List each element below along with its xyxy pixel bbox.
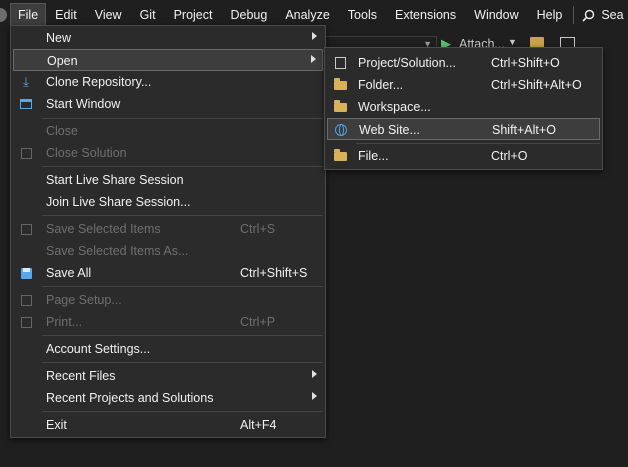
download-icon: ⤓ <box>23 74 29 89</box>
menu-item-label: Account Settings... <box>46 342 151 356</box>
menu-item-label: Start Live Share Session <box>46 173 184 187</box>
submenu-arrow-icon <box>312 32 317 40</box>
menu-item-label: Print... <box>46 315 83 329</box>
file-menu-item-recent-projects[interactable]: Recent Projects and Solutions <box>13 387 323 409</box>
vs-logo-icon <box>0 0 10 30</box>
search-box[interactable]: Sea <box>582 8 624 22</box>
project-solution-icon <box>332 56 348 70</box>
menu-item-shortcut: Ctrl+Shift+O <box>491 56 560 70</box>
menu-window[interactable]: Window <box>465 0 527 30</box>
menu-item-label: Start Window <box>46 97 121 111</box>
menu-help[interactable]: Help <box>528 0 572 30</box>
menu-file[interactable]: File <box>10 3 47 27</box>
open-menu-item-folder[interactable]: Folder... Ctrl+Shift+Alt+O <box>327 74 600 96</box>
menu-separator <box>42 215 323 216</box>
menu-item-label: Clone Repository... <box>46 75 152 89</box>
submenu-arrow-icon <box>312 370 317 378</box>
menu-item-label: Open <box>47 54 78 68</box>
file-menu-item-new[interactable]: New <box>13 27 323 49</box>
menu-item-shortcut: Ctrl+Shift+Alt+O <box>491 78 582 92</box>
menu-item-label: Workspace... <box>358 100 431 114</box>
search-label: Sea <box>601 8 624 22</box>
open-menu-item-web-site[interactable]: Web Site... Shift+Alt+O <box>327 118 600 140</box>
file-menu-item-start-live-share[interactable]: Start Live Share Session <box>13 169 323 191</box>
print-icon <box>18 315 34 329</box>
menu-item-label: File... <box>358 149 389 163</box>
menu-item-label: New <box>46 31 72 45</box>
file-menu-item-open[interactable]: Open <box>13 49 323 71</box>
menu-separator <box>356 143 600 144</box>
file-menu-item-exit[interactable]: Exit Alt+F4 <box>13 414 323 436</box>
file-menu-item-account-settings[interactable]: Account Settings... <box>13 338 323 360</box>
save-all-icon <box>18 266 34 280</box>
menu-separator <box>42 286 323 287</box>
search-icon <box>582 9 595 22</box>
menu-item-shortcut: Alt+F4 <box>240 418 277 432</box>
file-menu-item-start-window[interactable]: Start Window <box>13 93 323 115</box>
file-menu-item-save-all[interactable]: Save All Ctrl+Shift+S <box>13 262 323 284</box>
file-menu: New Open ⤓ Clone Repository... Start Win… <box>10 25 326 438</box>
menubar-divider <box>573 6 575 24</box>
open-menu-item-workspace[interactable]: Workspace... <box>327 96 600 118</box>
file-menu-item-join-live-share[interactable]: Join Live Share Session... <box>13 191 323 213</box>
file-menu-item-page-setup: Page Setup... <box>13 289 323 311</box>
file-menu-item-save-selected-as: Save Selected Items As... <box>13 240 323 262</box>
globe-icon <box>333 123 349 137</box>
menu-item-label: Project/Solution... <box>358 56 456 70</box>
menu-item-shortcut: Ctrl+P <box>240 315 276 329</box>
menu-item-label: Recent Projects and Solutions <box>46 391 214 405</box>
menu-item-label: Close <box>46 124 78 138</box>
attach-dropdown-icon[interactable]: ▼ <box>508 37 517 47</box>
menu-item-label: Web Site... <box>359 123 420 137</box>
workspace-icon <box>332 99 348 114</box>
menu-item-shortcut: Ctrl+Shift+S <box>240 266 308 280</box>
file-menu-item-clone-repository[interactable]: ⤓ Clone Repository... <box>13 71 323 93</box>
menu-item-shortcut: Ctrl+O <box>491 149 528 163</box>
menu-item-label: Page Setup... <box>46 293 122 307</box>
menu-item-label: Folder... <box>358 78 404 92</box>
folder-icon <box>332 77 348 92</box>
close-solution-icon <box>18 146 34 160</box>
open-submenu: Project/Solution... Ctrl+Shift+O Folder.… <box>324 47 603 170</box>
menu-item-shortcut: Ctrl+S <box>240 222 276 236</box>
file-menu-item-recent-files[interactable]: Recent Files <box>13 365 323 387</box>
menu-separator <box>42 335 323 336</box>
menu-extensions[interactable]: Extensions <box>386 0 465 30</box>
menu-item-shortcut: Shift+Alt+O <box>492 123 556 137</box>
page-setup-icon <box>18 293 34 307</box>
start-window-icon <box>18 97 34 111</box>
menu-separator <box>42 166 323 167</box>
file-menu-item-close-solution: Close Solution <box>13 142 323 164</box>
file-menu-item-print: Print... Ctrl+P <box>13 311 323 333</box>
file-menu-item-save-selected: Save Selected Items Ctrl+S <box>13 218 323 240</box>
menu-item-label: Save Selected Items As... <box>46 244 189 258</box>
menu-separator <box>42 118 323 119</box>
file-menu-item-close: Close <box>13 120 323 142</box>
open-menu-item-file[interactable]: File... Ctrl+O <box>327 145 600 167</box>
menu-item-label: Save All <box>46 266 92 280</box>
menu-item-label: Join Live Share Session... <box>46 195 191 209</box>
submenu-arrow-icon <box>311 55 316 63</box>
menu-item-label: Save Selected Items <box>46 222 161 236</box>
menu-separator <box>42 362 323 363</box>
menu-tools[interactable]: Tools <box>339 0 386 30</box>
save-icon <box>18 222 34 236</box>
file-open-icon <box>332 148 348 163</box>
menu-item-label: Close Solution <box>46 146 127 160</box>
menu-item-label: Recent Files <box>46 369 116 383</box>
open-menu-item-project-solution[interactable]: Project/Solution... Ctrl+Shift+O <box>327 52 600 74</box>
menu-separator <box>42 411 323 412</box>
submenu-arrow-icon <box>312 392 317 400</box>
menu-item-label: Exit <box>46 418 67 432</box>
